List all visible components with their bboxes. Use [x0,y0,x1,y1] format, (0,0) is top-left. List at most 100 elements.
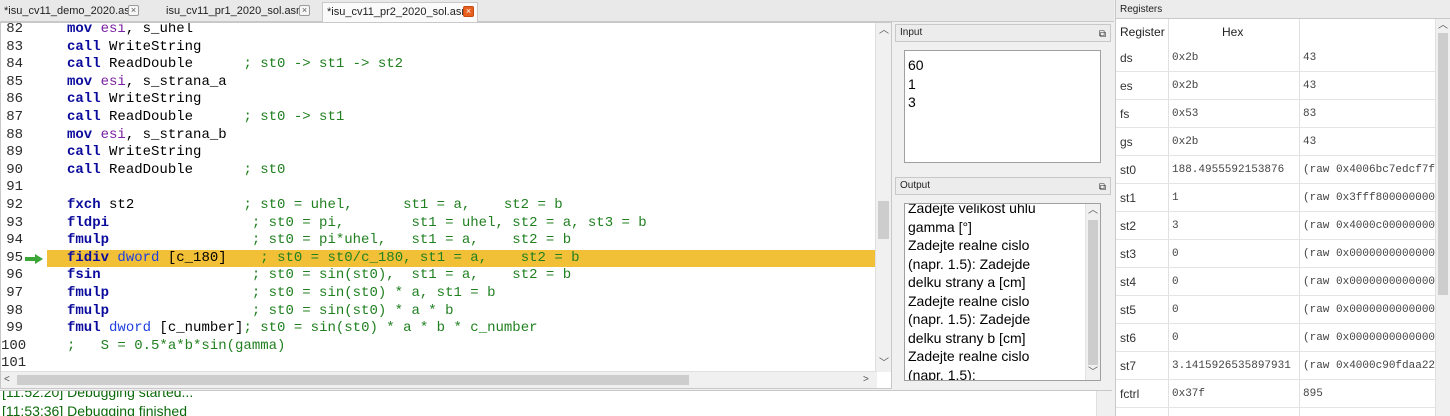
register-hex-value: 0x37f [1172,388,1206,400]
code-line[interactable]: 89 call WriteString [1,144,877,162]
code-editor[interactable]: 82 mov esi, s_uhel 83 call WriteString 84 cal… [0,22,892,389]
code-line[interactable]: 97 fmulp ; st0 = sin(st0) * a, st1 = b [1,285,877,303]
register-name: st1 [1120,191,1137,205]
float-window-icon[interactable]: ⧉ [1099,27,1106,43]
code-line[interactable]: 86 call WriteString [1,91,877,109]
register-row-st3[interactable]: st3 0 (raw 0x00000000000000 [1116,240,1436,268]
code-token: ; S = 0.5*a*b*sin(gamma) [67,337,286,354]
code-token: , s_uhel [125,22,194,37]
code-token: ; st0 = pi, st1 = uhel, st2 = a, st3 = b [251,214,647,231]
register-row-st2[interactable]: st2 3 (raw 0x4000c000000000 [1116,212,1436,240]
register-name: st7 [1120,359,1137,373]
register-row-es[interactable]: es 0x2b 43 [1116,72,1436,100]
register-row-st7[interactable]: st7 3.1415926535897931 (raw 0x4000c90fdaa2… [1116,352,1436,380]
registers-scrollbar[interactable]: ︿ [1435,19,1450,416]
code-line[interactable]: 84 call ReadDouble ; st0 -> st1 -> st2 [1,56,877,74]
output-panel-header: Output ⧉ [895,177,1111,195]
scroll-up-icon[interactable]: ︿ [1088,205,1098,217]
code-token: ; st0 [243,161,286,178]
scroll-up-icon[interactable]: ︿ [879,25,889,37]
program-output-area[interactable]: Zadejte velikost uhlu gamma [°] Zadejte … [904,203,1101,381]
register-hex-value: 188.4955592153876 [1172,164,1285,176]
register-row-st0[interactable]: st0 188.4955592153876 (raw 0x4006bc7edcf7f… [1116,156,1436,184]
code-token: call [67,38,101,55]
code-token: fmulp [67,302,110,319]
register-hex-value: 0x2b [1172,136,1199,148]
register-row-ds[interactable]: ds 0x2b 43 [1116,44,1436,72]
scroll-up-icon[interactable]: ︿ [1438,20,1448,32]
register-row-st5[interactable]: st5 0 (raw 0x00000000000000 [1116,296,1436,324]
line-number: 88 [6,126,23,143]
code-line[interactable]: 94 fmulp ; st0 = pi*uhel, st1 = a, st2 = … [1,232,877,250]
column-header-hex[interactable]: Hex [1222,19,1262,45]
register-row-st6[interactable]: st6 0 (raw 0x00000000000000 [1116,324,1436,352]
editor-vertical-scrollbar[interactable]: ︿ ﹀ [875,23,891,372]
scroll-down-icon[interactable]: ﹀ [1088,367,1098,379]
code-line[interactable]: 92 fxch st2 ; st0 = uhel, st1 = a, st2 = … [1,197,877,215]
scrollbar-thumb[interactable] [17,375,689,385]
close-icon[interactable]: × [463,6,474,17]
code-line[interactable]: 85 mov esi, s_strana_a [1,74,877,92]
tab-isu-cv11-pr1[interactable]: isu_cv11_pr1_2020_sol.asm × [162,2,312,22]
code-text: call WriteString [67,91,201,109]
scroll-down-icon[interactable]: ﹀ [879,358,889,370]
log-line: [11:53:36] Debugging finished [2,403,187,416]
code-line[interactable]: 88 mov esi, s_strana_b [1,127,877,145]
log-line: [11:52:20] Debugging started... [2,390,194,400]
code-token: mov [67,22,93,37]
tab-label: *isu_cv11_demo_2020.asm [4,5,139,17]
scroll-right-icon[interactable]: > [863,374,869,386]
tab-label: *isu_cv11_pr2_2020_sol.asm [327,6,471,18]
code-line[interactable]: 87 call ReadDouble ; st0 -> st1 [1,109,877,127]
registers-panel-title: Registers [1116,0,1450,19]
code-token: [c_number] [151,320,244,337]
register-row-gs[interactable]: gs 0x2b 43 [1116,128,1436,156]
code-line[interactable]: 99 fmul dword [c_number]; st0 = sin(st0) … [1,320,877,338]
scroll-left-icon[interactable]: < [4,374,10,386]
code-token: fmulp [67,285,110,301]
scrollbar-thumb[interactable] [1088,220,1098,365]
register-value: (raw 0x00000000000000 [1303,276,1436,288]
code-text: fmulp ; st0 = sin(st0) * a * b [67,303,453,321]
column-header-register[interactable]: Register [1120,19,1170,45]
code-token: dword [109,320,152,337]
code-token: ; st0 = pi*uhel, st1 = a, st2 = b [251,232,572,249]
code-line[interactable]: 100 ; S = 0.5*a*b*sin(gamma) [1,338,877,356]
output-scrollbar[interactable]: ︿ ﹀ [1085,204,1100,380]
program-input-field[interactable]: 60 1 3 [904,50,1101,163]
register-row-fctrl[interactable]: fctrl 0x37f 895 [1116,380,1436,408]
code-line[interactable]: 96 fsin ; st0 = sin(st0), st1 = a, st2 = … [1,267,877,285]
register-row-st4[interactable]: st4 0 (raw 0x00000000000000 [1116,268,1436,296]
line-number: 87 [6,109,23,125]
float-window-icon[interactable]: ⧉ [1099,180,1106,196]
register-row-st1[interactable]: st1 1 (raw 0x3fff8000000000 [1116,184,1436,212]
tab-isu-cv11-demo[interactable]: *isu_cv11_demo_2020.asm × [0,2,144,22]
code-token: ReadDouble [100,56,244,73]
current-code-line[interactable]: 95 fidiv dword [c_180] ; st0 = st0/c_180,… [6,249,877,268]
scrollbar-thumb[interactable] [878,201,889,239]
code-token: ; st0 = sin(st0), st1 = a, st2 = b [251,267,572,284]
debug-log: [11:52:20] Debugging started... [11:53:3… [0,390,1112,416]
close-icon[interactable]: × [299,5,310,16]
code-line[interactable]: 82 mov esi, s_uhel [1,22,877,39]
line-number: 83 [6,38,23,55]
tab-isu-cv11-pr2[interactable]: *isu_cv11_pr2_2020_sol.asm × [322,2,478,22]
log-scrollbar[interactable] [1096,391,1112,416]
editor-horizontal-scrollbar[interactable]: < > [1,371,877,388]
register-name: st3 [1120,247,1137,261]
register-hex-value: 0x2b [1172,80,1199,92]
scrollbar-thumb[interactable] [1438,33,1448,295]
code-line[interactable]: 83 call WriteString [1,39,877,57]
code-line[interactable]: 91 [1,179,877,197]
code-text: call ReadDouble ; st0 -> st1 [67,109,344,127]
code-token: WriteString [100,144,202,161]
code-line[interactable]: 93 fldpi ; st0 = pi, st1 = uhel, st2 = a,… [1,215,877,233]
code-token: ReadDouble [100,109,244,125]
code-line[interactable]: 98 fmulp ; st0 = sin(st0) * a * b [1,303,877,321]
close-icon[interactable]: × [128,5,139,16]
register-name: fs [1120,107,1130,121]
register-name: st6 [1120,331,1137,345]
register-row-fs[interactable]: fs 0x53 83 [1116,100,1436,128]
register-name: ds [1120,51,1133,65]
code-line[interactable]: 90 call ReadDouble ; st0 [1,162,877,180]
